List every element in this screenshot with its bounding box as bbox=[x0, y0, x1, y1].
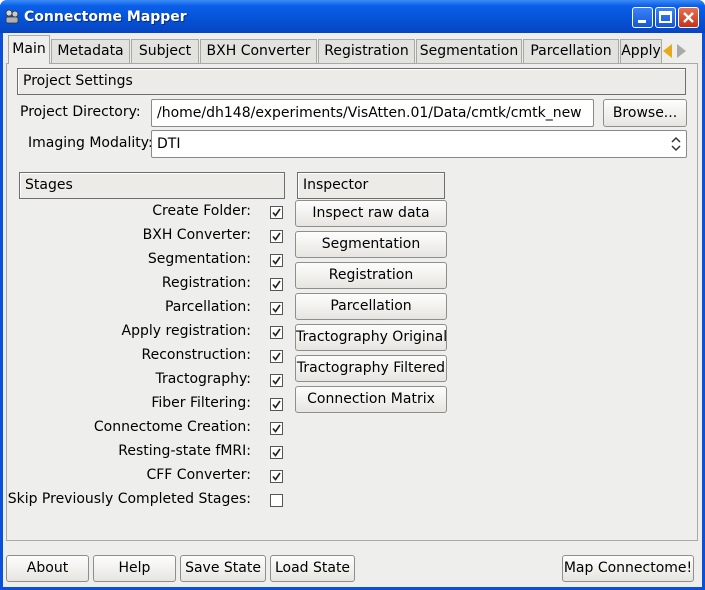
client-area: Main Metadata Subject BXH Converter Regi… bbox=[3, 33, 702, 587]
stage-resting-state-fmri-label: Resting-state fMRI: bbox=[118, 443, 251, 459]
help-button[interactable]: Help bbox=[93, 555, 176, 582]
stage-tractography-checkbox[interactable] bbox=[270, 374, 283, 387]
inspect-parcellation-button[interactable]: Parcellation bbox=[295, 293, 447, 320]
stage-parcellation-checkbox[interactable] bbox=[270, 302, 283, 315]
imaging-modality-value: DTI bbox=[157, 136, 181, 152]
stage-bxh-converter-checkbox[interactable] bbox=[270, 230, 283, 243]
window-title: Connectome Mapper bbox=[24, 9, 187, 25]
stage-fiber-filtering-checkbox[interactable] bbox=[270, 398, 283, 411]
stage-create-folder-checkbox[interactable] bbox=[270, 206, 283, 219]
inspector-header: Inspector bbox=[297, 172, 445, 199]
tab-scroll-arrows bbox=[661, 41, 689, 61]
tab-bxh-converter[interactable]: BXH Converter bbox=[200, 39, 317, 63]
stage-segmentation-checkbox[interactable] bbox=[270, 254, 283, 267]
tab-subject[interactable]: Subject bbox=[131, 39, 199, 63]
inspect-raw-data-button[interactable]: Inspect raw data bbox=[295, 200, 447, 227]
app-logo-icon bbox=[4, 8, 20, 24]
stage-reconstruction-label: Reconstruction: bbox=[141, 347, 252, 363]
project-settings-header: Project Settings bbox=[17, 68, 686, 95]
load-state-button[interactable]: Load State bbox=[270, 555, 355, 582]
main-tab-pane: Project Settings Project Directory: /hom… bbox=[6, 63, 698, 541]
browse-button[interactable]: Browse... bbox=[603, 99, 687, 127]
stage-registration-checkbox[interactable] bbox=[270, 278, 283, 291]
minimize-button[interactable] bbox=[632, 7, 653, 28]
maximize-button[interactable] bbox=[655, 7, 676, 28]
tab-segmentation[interactable]: Segmentation bbox=[416, 39, 522, 63]
skip-completed-stages-checkbox[interactable] bbox=[270, 494, 283, 507]
close-button[interactable] bbox=[678, 7, 699, 28]
tab-metadata[interactable]: Metadata bbox=[51, 39, 130, 63]
tab-scroll-left-icon[interactable] bbox=[663, 44, 672, 58]
stage-cff-converter-checkbox[interactable] bbox=[270, 470, 283, 483]
stage-apply-registration-label: Apply registration: bbox=[121, 323, 251, 339]
stage-segmentation-label: Segmentation: bbox=[147, 251, 251, 267]
stage-registration-label: Registration: bbox=[161, 275, 251, 291]
stage-tractography-label: Tractography: bbox=[155, 371, 251, 387]
skip-completed-stages-label: Skip Previously Completed Stages: bbox=[7, 491, 251, 507]
inspect-registration-button[interactable]: Registration bbox=[295, 262, 447, 289]
tab-apply[interactable]: Apply bbox=[620, 39, 662, 63]
stage-parcellation-label: Parcellation: bbox=[164, 299, 251, 315]
about-button[interactable]: About bbox=[6, 555, 89, 582]
inspect-connection-matrix-button[interactable]: Connection Matrix bbox=[295, 386, 447, 413]
project-directory-label: Project Directory: bbox=[20, 104, 141, 120]
chevron-updown-icon bbox=[670, 135, 682, 153]
tab-bar: Main Metadata Subject BXH Converter Regi… bbox=[6, 35, 690, 64]
imaging-modality-label: Imaging Modality: bbox=[28, 135, 153, 151]
imaging-modality-select[interactable]: DTI bbox=[151, 130, 687, 158]
tab-registration[interactable]: Registration bbox=[318, 39, 415, 63]
save-state-button[interactable]: Save State bbox=[180, 555, 266, 582]
tab-parcellation[interactable]: Parcellation bbox=[523, 39, 619, 63]
stage-reconstruction-checkbox[interactable] bbox=[270, 350, 283, 363]
stage-create-folder-label: Create Folder: bbox=[152, 203, 251, 219]
stage-resting-state-fmri-checkbox[interactable] bbox=[270, 446, 283, 459]
stage-bxh-converter-label: BXH Converter: bbox=[142, 227, 251, 243]
stages-header: Stages bbox=[19, 172, 285, 199]
inspect-tractography-original-button[interactable]: Tractography Original bbox=[295, 324, 447, 351]
tab-scroll-right-icon[interactable] bbox=[677, 44, 686, 58]
map-connectome-button[interactable]: Map Connectome! bbox=[562, 555, 694, 582]
stage-connectome-creation-checkbox[interactable] bbox=[270, 422, 283, 435]
stage-cff-converter-label: CFF Converter: bbox=[146, 467, 251, 483]
title-bar[interactable]: Connectome Mapper bbox=[0, 0, 705, 33]
tab-main[interactable]: Main bbox=[8, 35, 50, 64]
app-window: Connectome Mapper Main Metadata Subject … bbox=[0, 0, 705, 590]
project-directory-field[interactable]: /home/dh148/experiments/VisAtten.01/Data… bbox=[151, 99, 594, 127]
stage-connectome-creation-label: Connectome Creation: bbox=[93, 419, 251, 435]
inspect-segmentation-button[interactable]: Segmentation bbox=[295, 231, 447, 258]
stage-fiber-filtering-label: Fiber Filtering: bbox=[151, 395, 251, 411]
stage-apply-registration-checkbox[interactable] bbox=[270, 326, 283, 339]
inspect-tractography-filtered-button[interactable]: Tractography Filtered bbox=[295, 355, 447, 382]
